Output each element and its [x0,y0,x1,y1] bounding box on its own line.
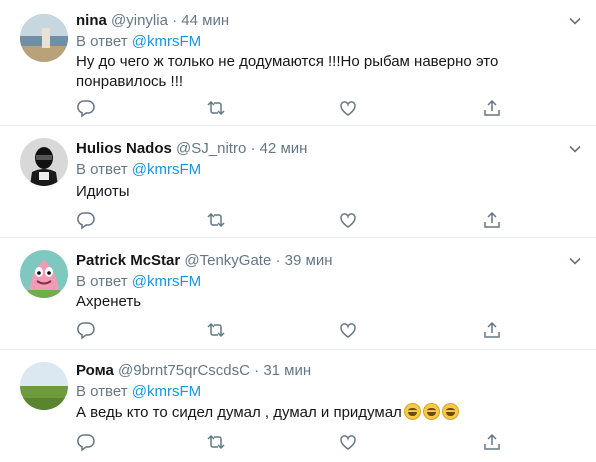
reply-feed: nina @yinylia · 44 мин В ответ @kmrsFM Н… [0,0,596,462]
reply-icon[interactable] [76,432,96,452]
reply-icon[interactable] [76,210,96,230]
like-heart-icon[interactable] [338,432,358,452]
reply-mention-link[interactable]: @kmrsFM [132,273,201,290]
grinning-face-icon [441,403,459,420]
like-heart-icon[interactable] [338,210,358,230]
timestamp[interactable]: 42 мин [260,140,308,157]
separator-dot: · [172,12,178,29]
tweet-header: Рома @9brnt75qrCscdsC · 31 мин [76,362,311,380]
share-icon[interactable] [482,98,502,118]
grinning-face-icon [422,403,440,420]
reply-prefix: В ответ [76,273,128,290]
share-icon[interactable] [482,432,502,452]
reply-context: В ответ @kmrsFM [76,273,201,291]
display-name[interactable]: Patrick McStar [76,252,180,269]
tweet-text: А ведь кто то сидел думал , думал и прид… [76,403,546,423]
tweet[interactable]: Hulios Nados @SJ_nitro · 42 мин В ответ … [0,126,596,238]
timestamp[interactable]: 44 мин [181,12,229,29]
grinning-face-icon [403,403,421,420]
tweet[interactable]: Patrick McStar @TenkyGate · 39 мин В отв… [0,238,596,350]
timestamp[interactable]: 39 мин [285,252,333,269]
chevron-down-icon[interactable] [568,254,582,268]
like-heart-icon[interactable] [338,320,358,340]
tweet-actions [76,210,516,230]
display-name[interactable]: Hulios Nados [76,140,172,157]
display-name[interactable]: Рома [76,362,114,379]
reply-context: В ответ @kmrsFM [76,33,201,51]
separator-dot: · [275,252,281,269]
tweet-actions [76,320,516,340]
reply-prefix: В ответ [76,161,128,178]
reply-context: В ответ @kmrsFM [76,161,201,179]
user-handle[interactable]: @TenkyGate [184,252,271,269]
user-handle[interactable]: @SJ_nitro [176,140,246,157]
avatar[interactable] [20,138,68,186]
user-handle[interactable]: @yinylia [111,12,168,29]
tweet-header: Patrick McStar @TenkyGate · 39 мин [76,252,333,270]
chevron-down-icon[interactable] [568,142,582,156]
reply-context: В ответ @kmrsFM [76,383,201,401]
like-heart-icon[interactable] [338,98,358,118]
tweet-text-line: понравилось !!! [76,73,184,90]
tweet[interactable]: Рома @9brnt75qrCscdsC · 31 мин В ответ @… [0,350,596,462]
tweet-text-line: Ну до чего ж только не додумаются !!!Но … [76,53,499,70]
reply-mention-link[interactable]: @kmrsFM [132,383,201,400]
separator-dot: · [254,362,260,379]
reply-icon[interactable] [76,98,96,118]
tweet-header: nina @yinylia · 44 мин [76,12,229,30]
tweet-text: Идиоты [76,182,546,202]
share-icon[interactable] [482,320,502,340]
tweet-text: Ахренеть [76,292,546,312]
chevron-down-icon[interactable] [568,14,582,28]
avatar[interactable] [20,250,68,298]
retweet-icon[interactable] [206,210,226,230]
retweet-icon[interactable] [206,320,226,340]
tweet-actions [76,432,516,452]
tweet[interactable]: nina @yinylia · 44 мин В ответ @kmrsFM Н… [0,0,596,126]
retweet-icon[interactable] [206,98,226,118]
reply-icon[interactable] [76,320,96,340]
retweet-icon[interactable] [206,432,226,452]
reply-mention-link[interactable]: @kmrsFM [132,33,201,50]
reply-mention-link[interactable]: @kmrsFM [132,161,201,178]
reply-prefix: В ответ [76,33,128,50]
tweet-header: Hulios Nados @SJ_nitro · 42 мин [76,140,307,158]
reply-prefix: В ответ [76,383,128,400]
separator-dot: · [250,140,256,157]
tweet-text: Ну до чего ж только не додумаются !!!Но … [76,52,546,92]
tweet-text-line: А ведь кто то сидел думал , думал и прид… [76,404,402,421]
tweet-text-line: Ахренеть [76,293,142,310]
tweet-text-line: Идиоты [76,183,130,200]
avatar[interactable] [20,14,68,62]
tweet-actions [76,98,516,118]
share-icon[interactable] [482,210,502,230]
user-handle[interactable]: @9brnt75qrCscdsC [118,362,250,379]
avatar[interactable] [20,362,68,410]
display-name[interactable]: nina [76,12,107,29]
timestamp[interactable]: 31 мин [263,362,311,379]
